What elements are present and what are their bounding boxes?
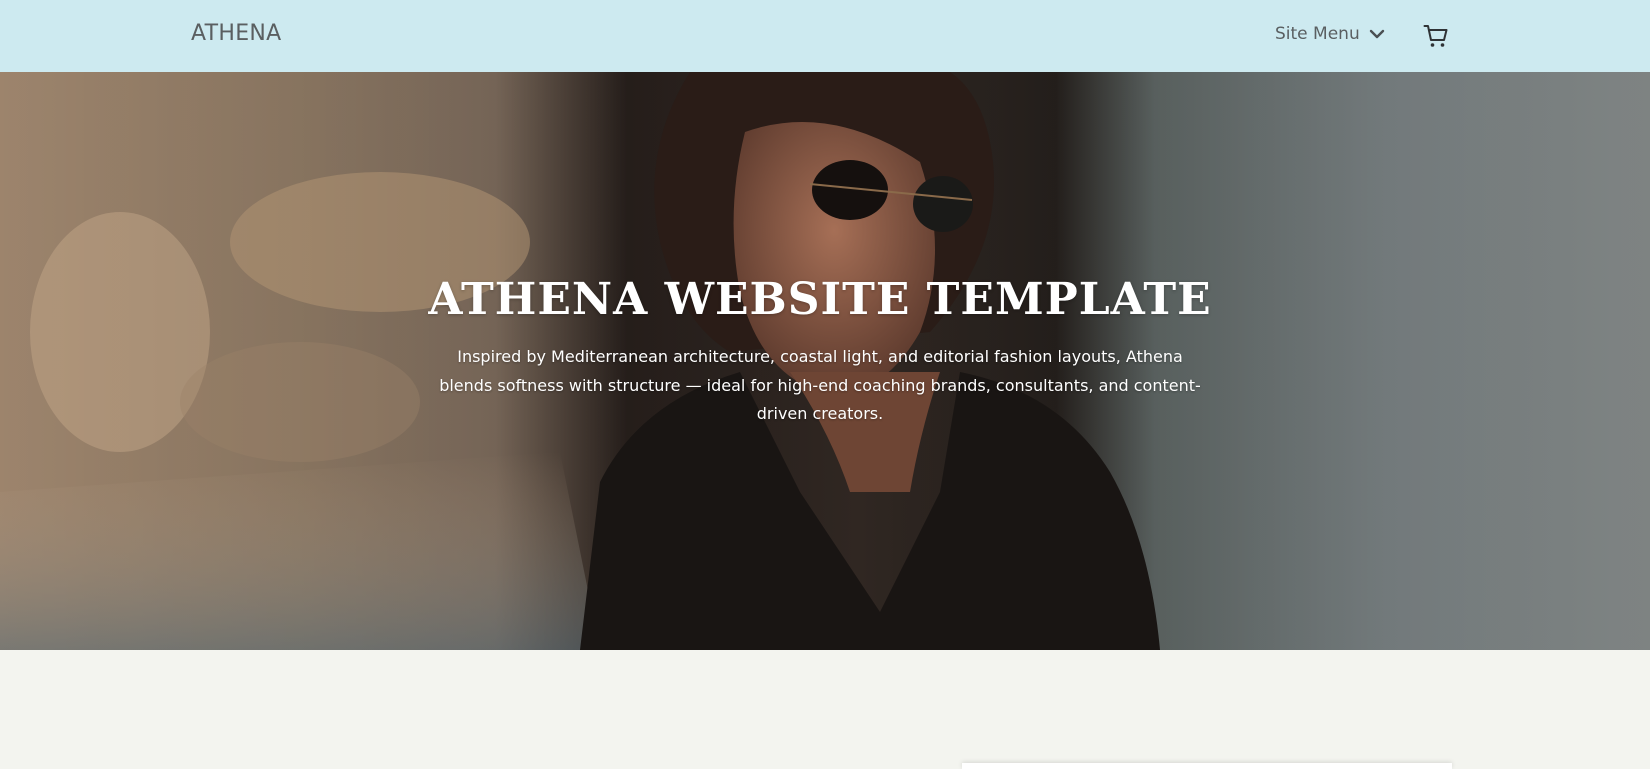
hero-description: Inspired by Mediterranean architecture, … (439, 347, 1201, 423)
site-logo[interactable]: ATHENA (191, 21, 282, 46)
site-header: ATHENA Site Menu (0, 0, 1650, 72)
hero-title: ATHENA WEBSITE TEMPLATE (428, 274, 1212, 325)
cart-icon[interactable] (1423, 23, 1449, 49)
hero-banner: ATHENA WEBSITE TEMPLATE Inspired by Medi… (0, 72, 1650, 650)
content-card (962, 763, 1452, 769)
chevron-down-icon (1369, 26, 1385, 42)
site-menu-button[interactable]: Site Menu (1275, 24, 1385, 44)
site-menu-label: Site Menu (1275, 24, 1360, 44)
